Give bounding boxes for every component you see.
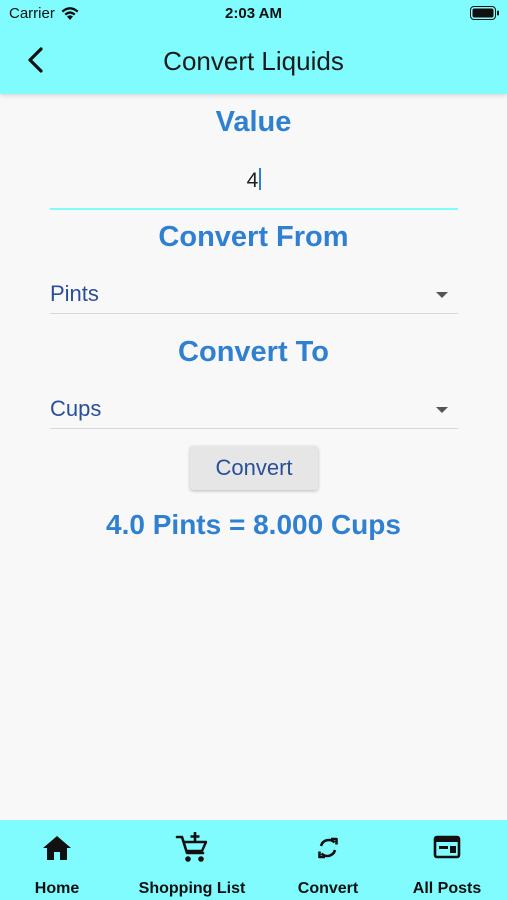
app-header: Carrier 2:03 AM Convert Liquids	[0, 0, 507, 94]
convert-from-label: Convert From	[158, 221, 349, 253]
tab-all-posts[interactable]: All Posts	[400, 820, 494, 900]
tab-convert[interactable]: Convert	[280, 820, 376, 900]
convert-from-dropdown[interactable]: Pints	[50, 277, 458, 314]
value-input[interactable]: 4	[50, 164, 458, 210]
tab-all-posts-label: All Posts	[412, 880, 482, 897]
status-bar: Carrier 2:03 AM	[0, 0, 507, 30]
convert-to-label: Convert To	[178, 336, 329, 368]
dropdown-arrow-icon	[436, 292, 448, 298]
convert-to-value: Cups	[50, 396, 102, 421]
bottom-tab-bar: Home Shopping List Convert All Posts	[0, 820, 507, 900]
text-caret	[259, 168, 262, 190]
value-input-text: 4	[246, 169, 259, 192]
convert-button[interactable]: Convert	[190, 446, 318, 490]
convert-to-dropdown[interactable]: Cups	[50, 392, 458, 429]
conversion-result: 4.0 Pints = 8.000 Cups	[106, 509, 401, 540]
battery-icon	[470, 6, 499, 20]
refresh-icon	[318, 837, 338, 859]
tab-shopping-list-label: Shopping List	[138, 880, 246, 897]
dropdown-arrow-icon	[436, 407, 448, 413]
home-icon	[43, 836, 71, 860]
value-label: Value	[215, 106, 292, 138]
tab-home-label: Home	[34, 880, 80, 897]
tab-shopping-list[interactable]: Shopping List	[128, 820, 256, 900]
tab-convert-label: Convert	[297, 880, 359, 897]
convert-from-value: Pints	[50, 281, 99, 306]
posts-icon	[433, 835, 461, 859]
clock: 2:03 AM	[225, 5, 282, 22]
tab-home[interactable]: Home	[0, 820, 114, 900]
cart-add-icon	[175, 832, 208, 862]
page-title: Convert Liquids	[163, 46, 344, 76]
